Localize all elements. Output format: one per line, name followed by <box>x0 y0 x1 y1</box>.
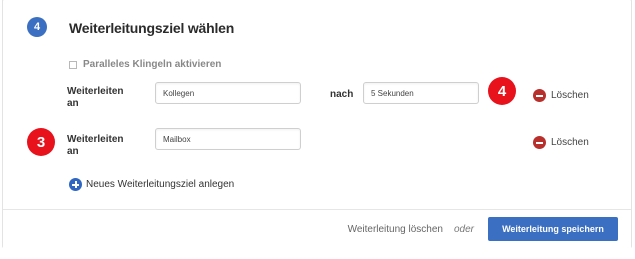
section-title: Weiterleitungsziel wählen <box>69 20 235 36</box>
parallel-ring-checkbox[interactable] <box>69 60 77 69</box>
after-label: nach <box>330 89 354 100</box>
parallel-ring-option[interactable]: Paralleles Klingeln aktivieren <box>69 59 221 70</box>
minus-circle-icon <box>533 89 546 102</box>
save-forwarding-button[interactable]: Weiterleitung speichern <box>488 217 618 241</box>
delete-label-2: Löschen <box>551 137 589 148</box>
delay-input[interactable]: 5 Sekunden <box>363 82 479 104</box>
annotation-marker-4: 4 <box>488 77 516 105</box>
forward-target-input-1[interactable]: Kollegen <box>155 82 301 104</box>
forward-to-label-1: Weiterleiten an <box>67 86 124 109</box>
forwarding-target-panel: 4 Weiterleitungsziel wählen Paralleles K… <box>2 0 632 248</box>
forward-target-input-2[interactable]: Mailbox <box>155 128 301 150</box>
forward-to-label-2: Weiterleiten an <box>67 134 124 157</box>
footer-separator: oder <box>453 224 474 235</box>
add-forward-target-label: Neues Weiterleitungsziel anlegen <box>86 179 235 190</box>
annotation-marker-3: 3 <box>27 128 55 156</box>
parallel-ring-label: Paralleles Klingeln aktivieren <box>83 59 222 70</box>
delete-row-button-1[interactable]: Löschen <box>533 89 589 102</box>
step-number-badge: 4 <box>27 17 47 37</box>
delete-label-1: Löschen <box>551 90 589 101</box>
delete-row-button-2[interactable]: Löschen <box>533 136 589 149</box>
panel-footer: Weiterleitung löschen oder Weiterleitung… <box>3 209 631 248</box>
minus-circle-icon <box>533 136 546 149</box>
plus-circle-icon <box>69 178 82 191</box>
delete-forwarding-link[interactable]: Weiterleitung löschen <box>348 224 443 235</box>
add-forward-target-button[interactable]: Neues Weiterleitungsziel anlegen <box>69 178 234 191</box>
